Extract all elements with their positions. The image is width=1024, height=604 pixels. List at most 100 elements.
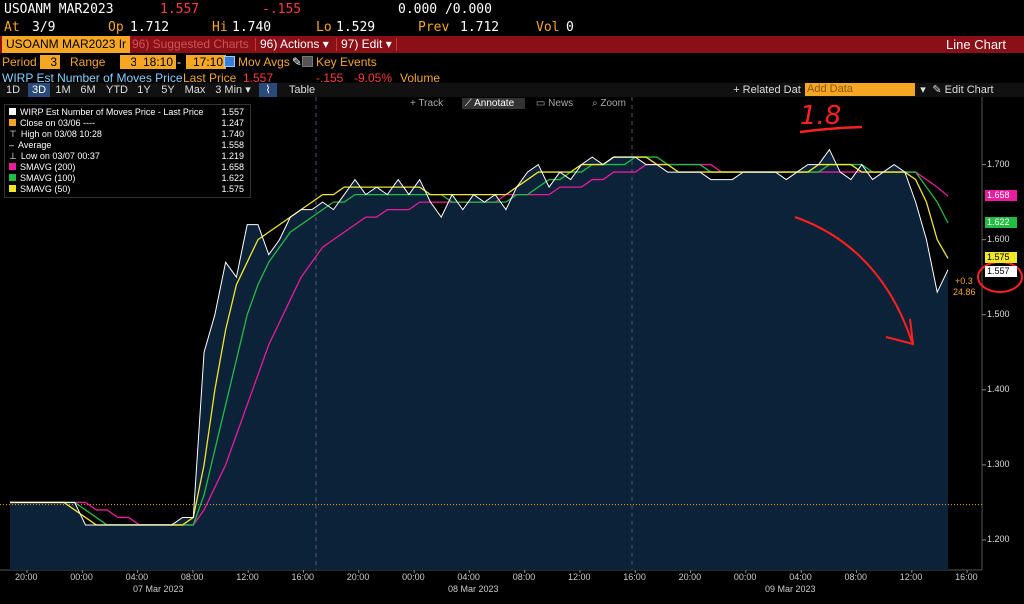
y-tick-label: 1.300 xyxy=(987,458,1010,469)
open-label: Op xyxy=(108,20,124,35)
tab-5y[interactable]: 5Y xyxy=(158,83,178,97)
change-readout: +0.3 xyxy=(955,276,973,286)
tab-1y[interactable]: 1Y xyxy=(134,83,154,97)
ticker-tab[interactable]: USOANM MAR2023 Ir xyxy=(2,36,131,53)
mov-avgs-toggle[interactable]: Mov Avgs ✎ xyxy=(224,55,302,69)
x-tick-label: 00:00 xyxy=(70,572,93,582)
tab-ytd[interactable]: YTD xyxy=(104,83,130,97)
quote-stats: At 3/9 Op 1.712 Hi 1.740 Lo 1.529 Prev 1… xyxy=(0,18,1024,36)
x-tick-label: 04:00 xyxy=(125,572,149,582)
prev-value: 1.712 xyxy=(460,20,500,35)
ticker-name[interactable]: USOANM MAR2023 xyxy=(4,2,114,17)
x-tick-label: 12:00 xyxy=(568,572,591,582)
period-input[interactable]: 3 xyxy=(40,55,60,69)
x-date-label: 09 Mar 2023 xyxy=(765,584,816,594)
vol-label: Vol xyxy=(536,20,560,35)
open-value: 1.712 xyxy=(130,20,170,35)
x-tick-label: 16:00 xyxy=(623,572,646,582)
edit-menu[interactable]: 97) Edit ▾ xyxy=(341,36,392,53)
pct-readout: 24.86 xyxy=(953,287,976,297)
legend-item: ⊥ Low on 03/07 00:37 1.219 xyxy=(9,151,244,161)
net-change: -.155 xyxy=(262,2,302,17)
suggested-charts-menu[interactable]: 96) Suggested Charts xyxy=(132,36,249,53)
track-tool[interactable]: + Track xyxy=(410,98,451,109)
tab-max[interactable]: Max xyxy=(182,83,208,97)
prev-label: Prev xyxy=(418,20,450,35)
range-label: Range xyxy=(70,55,106,69)
x-tick-label: 08:00 xyxy=(844,572,868,582)
handwritten-annotation: 1.8 xyxy=(800,101,841,131)
checkbox-unchecked-icon xyxy=(302,56,313,67)
axis-value-tag: 1.658 xyxy=(985,190,1017,202)
last-price: 1.557 xyxy=(160,2,200,17)
news-tool[interactable]: ▭ News xyxy=(536,98,581,109)
axis-value-tag: 1.575 xyxy=(985,252,1017,264)
legend-item: ⊤ High on 03/08 10:28 1.740 xyxy=(9,129,244,139)
tab-6m[interactable]: 6M xyxy=(77,83,99,97)
chart-options: Period 3 Range 3 18:10 - 17:10 Mov Avgs ✎… xyxy=(0,54,1024,70)
series-info: WIRP Est Number of Moves Price Last Pric… xyxy=(0,70,1024,85)
y-tick-label: 1.500 xyxy=(987,308,1010,319)
legend-item: – Average 1.558 xyxy=(9,140,244,150)
at-label: At xyxy=(4,20,20,35)
x-tick-label: 16:00 xyxy=(955,572,978,582)
tab-3d[interactable]: 3D xyxy=(28,83,50,97)
checkbox-checked-icon xyxy=(224,56,235,67)
pencil-icon[interactable]: ✎ xyxy=(292,55,302,69)
x-date-label: 08 Mar 2023 xyxy=(448,584,499,594)
legend-item: SMAVG (200) 1.658 xyxy=(9,162,246,172)
x-tick-label: 00:00 xyxy=(733,572,757,582)
x-tick-label: 12:00 xyxy=(899,572,923,582)
axis-value-tag: 1.557 xyxy=(985,265,1017,277)
high-value: 1.740 xyxy=(232,20,272,35)
chart-style-icon[interactable]: ⌇ xyxy=(259,83,277,97)
x-tick-label: 16:00 xyxy=(291,572,315,582)
chart-type-title: Line Chart xyxy=(946,37,1006,52)
legend-item: SMAVG (100) 1.622 xyxy=(9,173,246,183)
at-value: 3/9 xyxy=(32,20,56,35)
axis-value-tag: 1.622 xyxy=(985,217,1017,229)
key-events-label: Key Events xyxy=(316,55,377,69)
range-dash: - xyxy=(177,55,181,69)
tab-1m[interactable]: 1M xyxy=(52,83,74,97)
chart-legend: WIRP Est Number of Moves Price - Last Pr… xyxy=(4,104,251,198)
low-value: 1.529 xyxy=(336,20,376,35)
tab-table[interactable]: Table xyxy=(284,83,320,97)
quote-header: USOANM MAR2023 1.557 -.155 0.000 /0.000 xyxy=(0,0,1024,18)
high-label: Hi xyxy=(212,20,228,35)
end-time-input[interactable]: 17:10 xyxy=(186,55,226,69)
x-tick-label: 08:00 xyxy=(180,572,204,582)
period-label: Period xyxy=(2,55,37,69)
x-tick-label: 20:00 xyxy=(15,572,38,582)
actions-menu[interactable]: 96) Actions ▾ xyxy=(260,36,329,53)
tab-interval[interactable]: 3 Min ▾ xyxy=(210,83,256,97)
low-label: Lo xyxy=(316,20,332,35)
y-tick-label: 1.200 xyxy=(987,533,1010,544)
vol-value: 0 xyxy=(566,20,574,35)
x-tick-label: 20:00 xyxy=(678,572,702,582)
x-tick-label: 08:00 xyxy=(512,572,536,582)
tab-1d[interactable]: 1D xyxy=(2,83,24,97)
range-tabs: 1D 3D 1M 6M YTD 1Y 5Y Max 3 Min ▾ ⌇ Tabl… xyxy=(0,83,1024,97)
annotate-tool[interactable]: ⟋ Annotate xyxy=(461,98,526,109)
add-data-input[interactable]: Add Data xyxy=(805,83,915,96)
chart-tools: + Track ⟋ Annotate ▭ News ⌕ Zoom xyxy=(410,98,642,109)
zoom-tool[interactable]: ⌕ Zoom xyxy=(592,98,634,109)
edit-chart-button[interactable]: ✎ Edit Chart xyxy=(932,83,994,97)
mov-avgs-label: Mov Avgs xyxy=(238,55,290,69)
function-toolbar: USOANM MAR2023 Ir 96) Suggested Charts 9… xyxy=(0,36,1024,53)
legend-item: Close on 03/06 ---- 1.247 xyxy=(9,118,246,128)
start-time-input[interactable]: 18:10 xyxy=(136,55,176,69)
y-tick-label: 1.600 xyxy=(987,233,1010,244)
x-tick-label: 12:00 xyxy=(236,572,259,582)
dropdown-icon[interactable]: ▾ xyxy=(916,83,930,97)
related-data-button[interactable]: + Related Dat xyxy=(730,83,804,97)
legend-item: WIRP Est Number of Moves Price - Last Pr… xyxy=(9,107,246,117)
y-tick-label: 1.700 xyxy=(987,158,1010,169)
x-tick-label: 04:00 xyxy=(789,572,812,582)
x-date-label: 07 Mar 2023 xyxy=(133,584,184,594)
x-tick-label: 20:00 xyxy=(346,572,370,582)
key-events-toggle[interactable]: Key Events xyxy=(302,55,377,69)
bid-ask: 0.000 /0.000 xyxy=(398,2,492,17)
legend-item: SMAVG (50) 1.575 xyxy=(9,184,246,194)
